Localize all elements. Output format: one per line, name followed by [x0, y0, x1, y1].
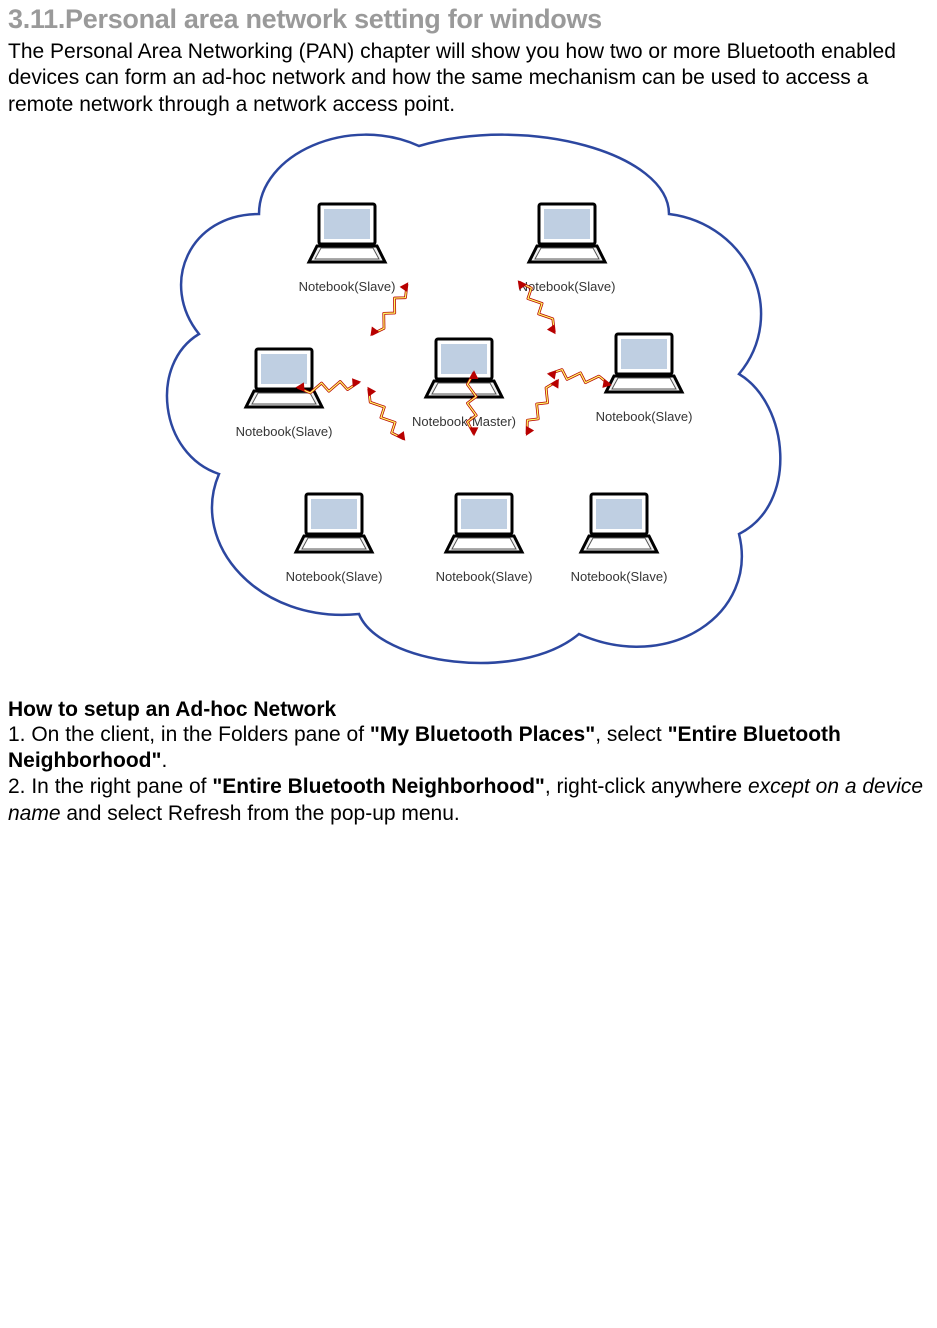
laptop-slave-bottom-left: Notebook(Slave) — [285, 494, 382, 584]
network-diagram-svg: Notebook(Master) Notebook(Slave) Noteboo… — [149, 124, 789, 684]
laptop-slave-top-right-label: Notebook(Slave) — [518, 279, 615, 294]
laptop-slave-top-left-label: Notebook(Slave) — [298, 279, 395, 294]
intro-paragraph: The Personal Area Networking (PAN) chapt… — [8, 39, 929, 118]
howto-title: How to setup an Ad-hoc Network — [8, 698, 929, 722]
step2-bold-1: "Entire Bluetooth Neighborhood" — [212, 775, 545, 798]
laptop-slave-bottom-right: Notebook(Slave) — [570, 494, 667, 584]
step1-text-c: , select — [595, 723, 667, 746]
network-diagram: Notebook(Master) Notebook(Slave) Noteboo… — [8, 124, 929, 684]
laptop-slave-bottom-right-label: Notebook(Slave) — [570, 569, 667, 584]
laptop-slave-mid-left: Notebook(Slave) — [235, 349, 332, 439]
step1-text-a: 1. On the client, in the Folders pane of — [8, 723, 370, 746]
laptop-slave-bottom-center-label: Notebook(Slave) — [435, 569, 532, 584]
signal-burst — [361, 384, 408, 444]
laptop-slave-mid-right: Notebook(Slave) — [595, 334, 692, 424]
signal-burst — [520, 375, 563, 438]
laptop-slave-mid-right-label: Notebook(Slave) — [595, 409, 692, 424]
howto-step-2: 2. In the right pane of "Entire Bluetoot… — [8, 774, 929, 827]
step1-text-e: . — [161, 749, 167, 772]
laptop-slave-bottom-center: Notebook(Slave) — [435, 494, 532, 584]
laptop-slave-mid-left-label: Notebook(Slave) — [235, 424, 332, 439]
step2-text-a: 2. In the right pane of — [8, 775, 212, 798]
laptop-slave-bottom-left-label: Notebook(Slave) — [285, 569, 382, 584]
laptop-slave-top-right: Notebook(Slave) — [518, 204, 615, 294]
step2-text-c: , right-click anywhere — [545, 775, 748, 798]
laptop-slave-top-left: Notebook(Slave) — [298, 204, 395, 294]
laptop-master-label: Notebook(Master) — [411, 414, 515, 429]
laptop-master: Notebook(Master) — [411, 339, 515, 429]
section-heading: 3.11.Personal area network setting for w… — [8, 4, 929, 35]
step2-text-e: and select Refresh from the pop-up menu. — [61, 802, 460, 825]
step1-bold-1: "My Bluetooth Places" — [370, 723, 595, 746]
howto-step-1: 1. On the client, in the Folders pane of… — [8, 722, 929, 775]
